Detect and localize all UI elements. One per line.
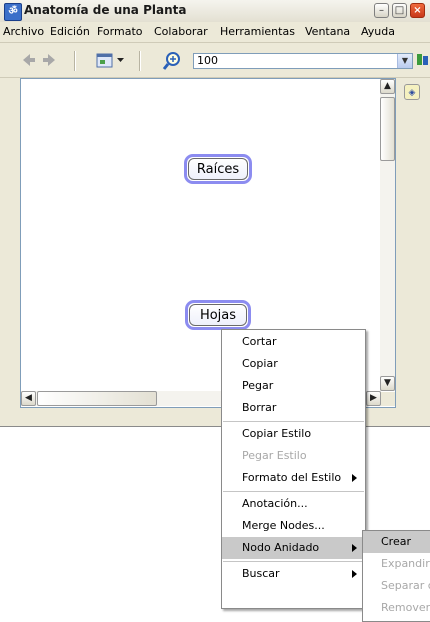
context-menu: Cortar Copiar Pegar Borrar Copiar Estilo… <box>221 329 366 609</box>
menu-ayuda[interactable]: Ayuda <box>361 25 395 38</box>
submenu-arrow-icon <box>352 544 357 552</box>
submenu-arrow-icon <box>352 474 357 482</box>
zoom-icon[interactable] <box>162 51 182 71</box>
submenu-item-remover: Remover <box>381 601 430 614</box>
menu-item-cortar[interactable]: Cortar <box>222 331 365 353</box>
concept-node-raices[interactable]: Raíces <box>184 154 252 184</box>
node-label: Hojas <box>189 304 247 326</box>
forward-arrow-icon[interactable] <box>42 53 56 67</box>
window-title: Anatomía de una Planta <box>24 3 187 17</box>
concept-node-hojas[interactable]: Hojas <box>185 300 251 330</box>
menu-item-nodo-anidado[interactable]: Nodo Anidado <box>222 537 365 559</box>
nodo-anidado-submenu: Crear Expandir Separar c Remover <box>362 530 430 622</box>
menu-archivo[interactable]: Archivo <box>3 25 44 38</box>
submenu-item-crear[interactable]: Crear <box>363 531 430 553</box>
menu-item-copiar[interactable]: Copiar <box>222 353 365 375</box>
horizontal-scroll-thumb[interactable] <box>37 391 157 406</box>
submenu-item-separar: Separar c <box>381 579 430 592</box>
back-arrow-icon[interactable] <box>22 53 36 67</box>
menu-item-borrar[interactable]: Borrar <box>222 397 365 419</box>
scroll-left-button[interactable]: ◀ <box>21 391 36 406</box>
menu-bar: Archivo Edición Formato Colaborar Herram… <box>0 22 430 43</box>
toolbar: 100 ▼ <box>0 43 430 78</box>
zoom-dropdown-button[interactable]: ▼ <box>397 54 412 68</box>
menu-item-merge-nodes[interactable]: Merge Nodes... <box>222 515 365 537</box>
vertical-scroll-thumb[interactable] <box>380 97 395 161</box>
toolbar-separator <box>139 51 141 71</box>
scroll-right-button[interactable]: ▶ <box>366 391 381 406</box>
collaboration-panel-icon[interactable]: ◈ <box>404 84 420 100</box>
zoom-value: 100 <box>197 54 218 67</box>
menu-item-formato-estilo[interactable]: Formato del Estilo <box>222 467 365 489</box>
menu-item-buscar[interactable]: Buscar <box>222 563 365 585</box>
vertical-scrollbar[interactable]: ▲ ▼ <box>380 79 395 391</box>
menu-item-pegar[interactable]: Pegar <box>222 375 365 397</box>
menu-colaborar[interactable]: Colaborar <box>154 25 208 38</box>
menu-item-pegar-estilo: Pegar Estilo <box>242 449 307 462</box>
close-button[interactable]: × <box>410 3 425 18</box>
title-bar[interactable]: ॐ Anatomía de una Planta – □ × <box>0 0 430 23</box>
menu-herramientas[interactable]: Herramientas <box>220 25 295 38</box>
maximize-button[interactable]: □ <box>392 3 407 18</box>
scroll-down-button[interactable]: ▼ <box>380 376 395 391</box>
submenu-item-expandir: Expandir <box>381 557 430 570</box>
menu-item-anotacion[interactable]: Anotación... <box>222 493 365 515</box>
scroll-up-button[interactable]: ▲ <box>380 79 395 94</box>
mindmap-app-icon: ॐ <box>4 3 22 21</box>
menu-item-label: Formato del Estilo <box>242 471 342 484</box>
zoom-input[interactable]: 100 ▼ <box>193 53 413 69</box>
submenu-arrow-icon <box>352 570 357 578</box>
menu-edicion[interactable]: Edición <box>50 25 90 38</box>
menu-separator <box>223 561 364 562</box>
menu-item-label: Buscar <box>242 567 280 580</box>
menu-item-label: Nodo Anidado <box>242 541 320 554</box>
scroll-corner <box>381 392 395 406</box>
minimize-button[interactable]: – <box>374 3 389 18</box>
menu-separator <box>223 421 364 422</box>
dropdown-icon[interactable] <box>117 58 125 64</box>
map-view-icon[interactable] <box>96 53 114 69</box>
menu-ventana[interactable]: Ventana <box>305 25 350 38</box>
node-label: Raíces <box>188 158 248 180</box>
style-tool-icon[interactable] <box>416 52 430 68</box>
toolbar-separator <box>74 51 76 71</box>
menu-item-copiar-estilo[interactable]: Copiar Estilo <box>222 423 365 445</box>
menu-formato[interactable]: Formato <box>97 25 143 38</box>
menu-separator <box>223 491 364 492</box>
